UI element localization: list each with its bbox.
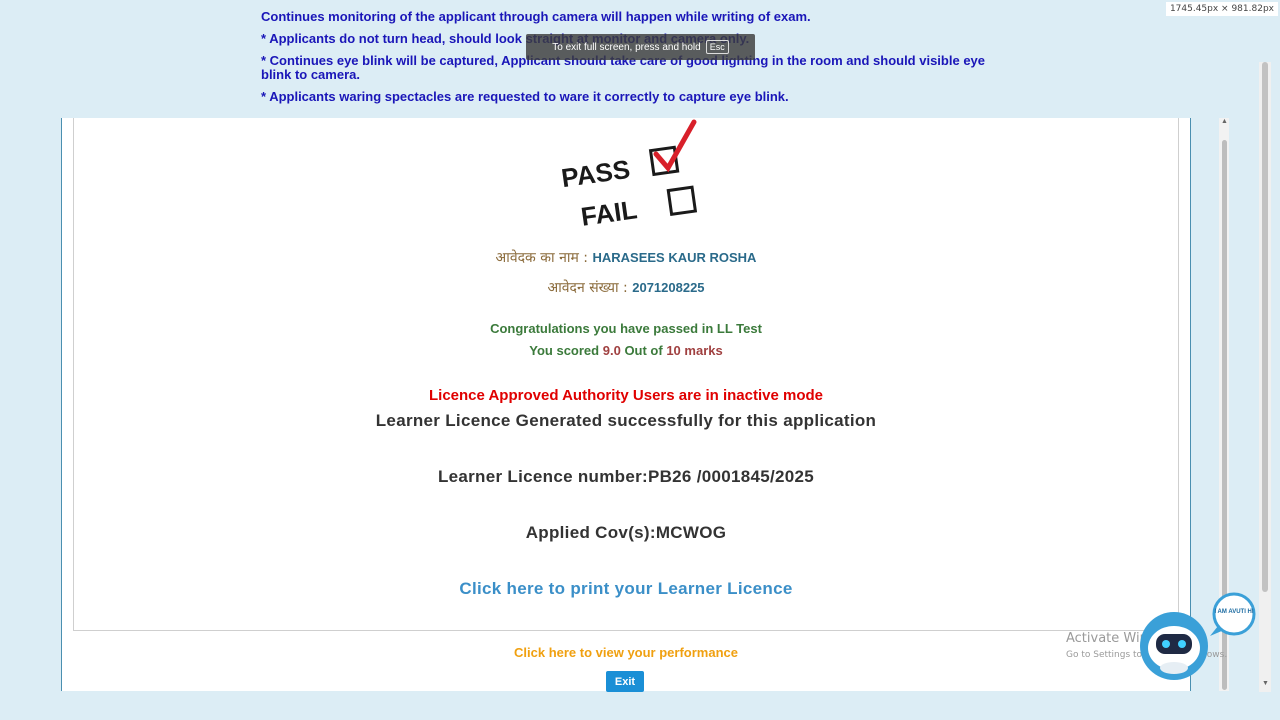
page-scrollbar-thumb[interactable] [1262,62,1268,592]
scroll-down-arrow-icon[interactable]: ▼ [1262,680,1269,687]
result-box: PASS FAIL आवेदक का नाम : HARASEES KAUR R… [73,118,1179,631]
view-performance-link[interactable]: Click here to view your performance [514,645,738,660]
score-prefix: You scored [529,343,600,358]
application-number-row: आवेदन संख्या : 2071208225 [74,278,1178,297]
score-value: 9.0 [602,343,621,358]
applied-cov: Applied Cov(s):MCWOG [525,523,727,542]
score-mid: Out of [624,343,663,358]
chatbot-bubble-text: I AM AVUTI HI [1214,609,1253,615]
print-licence-link[interactable]: Click here to print your Learner Licence [459,579,792,598]
dimension-badge: 1745.45px × 981.82px [1165,2,1278,16]
applicant-name: HARASEES KAUR ROSHA [592,250,757,265]
pass-fail-image: PASS FAIL [559,119,698,230]
instruction-spectacles: * Applicants waring spectacles are reque… [261,89,789,104]
applicant-name-row: आवेदक का नाम : HARASEES KAUR ROSHA [74,248,1178,267]
licence-number: Learner Licence number:PB26 /0001845/202… [437,467,815,486]
exit-button[interactable]: Exit [606,671,644,692]
congratulations-message: Congratulations you have passed in LL Te… [490,321,762,336]
esc-key-hint: Esc [705,40,729,54]
page-scrollbar[interactable]: ▼ [1259,62,1271,692]
application-number: 2071208225 [632,280,705,295]
score-line: You scored 9.0 Out of 10 marks [74,343,1178,358]
fullscreen-toast: To exit full screen, press and hold Esc [526,34,755,60]
performance-row: Click here to view your performance [62,644,1190,662]
fullscreen-toast-text: To exit full screen, press and hold [552,41,701,53]
print-licence-row: Click here to print your Learner Licence [74,579,1178,599]
applicant-name-label: आवेदक का नाम : [495,250,589,266]
fail-checkbox [666,185,698,217]
application-number-label: आवेदन संख्या : [547,280,628,296]
chatbot-robot-icon[interactable]: I AM AVUTI HI [1138,592,1258,687]
scroll-up-arrow-icon[interactable]: ▲ [1221,118,1228,125]
licence-generated-message: Learner Licence Generated successfully f… [375,411,877,430]
authority-inactive-message: Licence Approved Authority Users are in … [429,387,823,404]
max-marks: 10 marks [666,343,723,358]
instruction-camera: Continues monitoring of the applicant th… [261,9,811,24]
result-panel: PASS FAIL आवेदक का नाम : HARASEES KAUR R… [61,118,1191,692]
fail-text: FAIL [579,194,639,230]
pass-text: PASS [559,154,631,193]
